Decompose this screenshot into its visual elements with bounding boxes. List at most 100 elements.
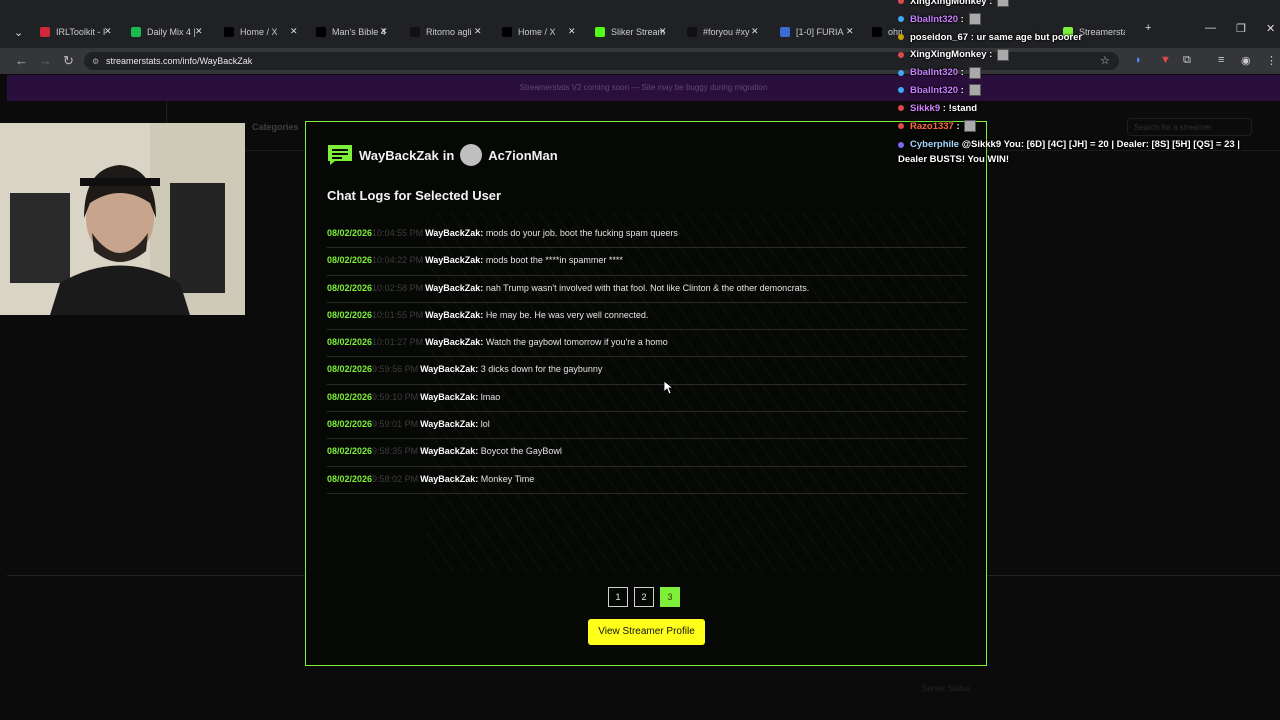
tab-favicon-icon xyxy=(316,27,326,37)
log-message: 3 dicks down for the gaybunny xyxy=(480,364,603,375)
chat-log-row: 08/02/20269:59:01 PM WayBackZak: lol xyxy=(327,412,967,440)
reload-icon[interactable]: ↻ xyxy=(63,53,74,69)
tab-close-icon[interactable]: ✕ xyxy=(380,26,388,37)
chat-emote-icon xyxy=(968,66,981,79)
tab-close-icon[interactable]: ✕ xyxy=(568,26,576,37)
forward-icon[interactable]: → xyxy=(39,53,52,68)
mouse-cursor-icon xyxy=(664,381,674,395)
chat-message: !stand xyxy=(948,102,978,114)
log-message: Boycot the GayBowl xyxy=(480,446,562,457)
log-message: mods do your job. boot the fucking spam … xyxy=(485,228,678,238)
tab-close-icon[interactable]: ✕ xyxy=(659,26,667,37)
modal-title: Chat Logs for Selected User xyxy=(327,188,502,203)
log-date: 08/02/2026 xyxy=(327,419,373,430)
tab-favicon-icon xyxy=(40,27,50,37)
chat-emote-icon xyxy=(964,120,977,133)
chat-log-row: 08/02/20269:59:56 PM WayBackZak: 3 dicks … xyxy=(327,357,967,385)
log-time: 10:02:58 PM xyxy=(372,282,424,293)
log-message: lol xyxy=(480,419,490,430)
chat-badge-icon xyxy=(898,0,904,5)
log-time: 10:04:22 PM xyxy=(372,255,424,266)
chat-badge-icon xyxy=(898,16,904,23)
pagination: 123 xyxy=(608,587,686,607)
tab-favicon-icon xyxy=(410,27,420,37)
tab-title: Daily Mix 4 | xyxy=(147,27,196,37)
log-date: 08/02/2026 xyxy=(327,309,373,320)
chat-badge-icon xyxy=(898,34,904,41)
chat-emote-icon xyxy=(997,48,1009,61)
stream-chat-line: Bballnt320 : xyxy=(898,82,1280,100)
tab-title: Home / X xyxy=(518,27,556,37)
chat-emote-icon xyxy=(968,84,981,97)
log-date: 08/02/2026 xyxy=(327,337,373,348)
tab-favicon-icon xyxy=(872,27,882,37)
chat-username: XingXingMonkey xyxy=(910,49,987,61)
chat-message: ur same age but poorer xyxy=(976,31,1083,43)
tab-title: Sliker Stream xyxy=(611,27,666,37)
log-time: 9:58:35 PM xyxy=(372,446,419,457)
log-time: 10:01:55 PM xyxy=(372,309,424,320)
view-streamer-profile-button[interactable]: View Streamer Profile xyxy=(588,619,705,645)
tab-close-icon[interactable]: ✕ xyxy=(474,26,482,37)
log-message: nah Trump wasn't involved with that fool… xyxy=(485,282,810,293)
tab-close-icon[interactable]: ✕ xyxy=(751,26,759,37)
channel-name[interactable]: Ac7ionMan xyxy=(488,148,557,163)
chat-log-row: 08/02/20269:58:35 PM WayBackZak: Boycot t… xyxy=(327,439,967,467)
log-message: Monkey Time xyxy=(480,473,535,484)
tab-search-icon[interactable]: ⌄ xyxy=(14,26,23,39)
chat-badge-icon xyxy=(898,105,904,112)
log-message: mods boot the ****in spammer **** xyxy=(485,255,623,266)
chat-badge-icon xyxy=(898,69,904,76)
modal-header: WayBackZak in Ac7ionMan xyxy=(327,144,558,166)
log-date: 08/02/2026 xyxy=(327,228,373,238)
in-label: in xyxy=(442,147,455,163)
channel-avatar xyxy=(460,144,483,166)
chat-badge-icon xyxy=(898,51,904,58)
log-date: 08/02/2026 xyxy=(327,364,373,375)
page-button-1[interactable]: 1 xyxy=(608,587,628,607)
chat-badge-icon xyxy=(898,87,904,94)
tab-close-icon[interactable]: ✕ xyxy=(290,26,298,37)
chat-log-row: 08/02/20269:59:10 PM WayBackZak: lmao xyxy=(327,385,967,413)
tab-favicon-icon xyxy=(502,27,512,37)
page-button-3[interactable]: 3 xyxy=(660,587,680,607)
chat-username: Cyberphile xyxy=(910,139,960,151)
tab-close-icon[interactable]: ✕ xyxy=(195,26,203,37)
log-username: WayBackZak: xyxy=(420,473,479,484)
log-date: 08/02/2026 xyxy=(327,473,373,484)
log-message: Watch the gaybowl tomorrow if you're a h… xyxy=(485,337,668,348)
chat-username: Bballnt320 xyxy=(910,13,959,25)
tab-favicon-icon xyxy=(687,27,697,37)
log-username: WayBackZak: xyxy=(425,228,484,238)
chat-username: poseidon_67 xyxy=(910,31,969,43)
log-message: lmao xyxy=(480,391,501,402)
tab-close-icon[interactable]: ✕ xyxy=(104,26,112,37)
tab-title: Home / X xyxy=(240,27,278,37)
site-info-icon[interactable]: ⚙ xyxy=(92,53,106,71)
tab-favicon-icon xyxy=(595,27,605,37)
back-icon[interactable]: ← xyxy=(15,53,28,68)
log-username: WayBackZak: xyxy=(425,282,484,293)
log-date: 08/02/2026 xyxy=(327,391,373,402)
streamer-webcam xyxy=(0,123,245,315)
page-button-2[interactable]: 2 xyxy=(634,587,654,607)
categories-link[interactable]: Categories xyxy=(252,122,299,132)
log-time: 10:01:27 PM xyxy=(372,337,424,348)
chat-logs-modal: WayBackZak in Ac7ionMan Chat Logs for Se… xyxy=(305,121,987,666)
log-date: 08/02/2026 xyxy=(327,446,373,457)
log-username: WayBackZak: xyxy=(420,446,479,457)
chat-badge-icon xyxy=(898,123,904,130)
stream-chat-line: Bballnt320 : xyxy=(898,64,1280,82)
tab-title: [1-0] FURIA xyxy=(796,27,844,37)
tab-title: #foryou #xy xyxy=(703,27,750,37)
url-text: streamerstats.com/info/WayBackZak xyxy=(106,56,253,66)
chat-username: XingXingMonkey xyxy=(910,0,987,7)
chat-log-list: 08/02/202610:04:55 PM WayBackZak: mods do… xyxy=(327,221,967,494)
log-message: He may be. He was very well connected. xyxy=(485,309,649,320)
server-status-link[interactable]: Server Status xyxy=(922,684,970,693)
log-time: 10:04:55 PM xyxy=(372,228,424,238)
chat-log-row: 08/02/202610:02:58 PM WayBackZak: nah Tru… xyxy=(327,276,967,303)
tab-close-icon[interactable]: ✕ xyxy=(846,26,854,37)
chat-username: Razo1337 xyxy=(910,120,954,132)
stream-chat-line: XingXingMonkey : xyxy=(898,46,1280,64)
